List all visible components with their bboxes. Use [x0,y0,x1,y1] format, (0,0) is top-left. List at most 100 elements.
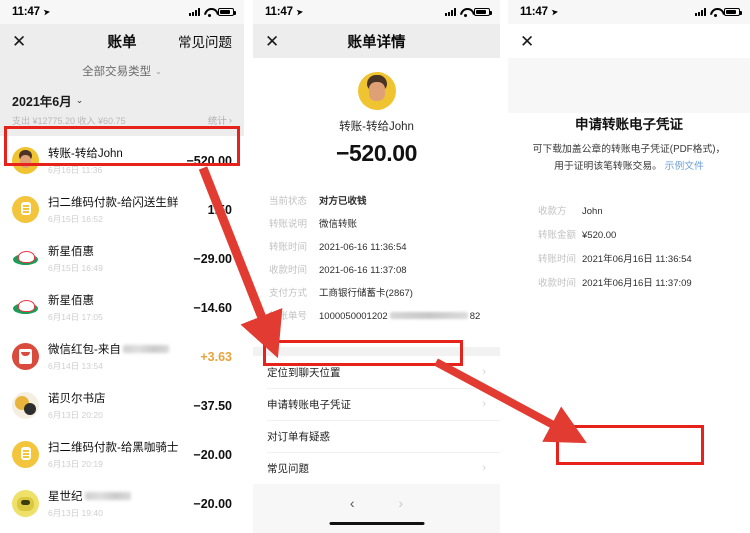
filter-label: 全部交易类型 [82,66,152,78]
detail-value: 1000050001202 [319,311,388,322]
month-summary-row: 支出 ¥12775.20 收入 ¥60.75 统计 › [12,113,232,128]
transaction-title: 新星佰惠 [48,243,185,259]
detail-value-tail: 82 [469,311,481,322]
close-icon[interactable]: ✕ [265,33,287,50]
qr-pay-icon [12,441,39,468]
menu-item[interactable]: 常见问题 › [253,452,500,484]
table-row[interactable]: 星世纪6月13日 19:−20.00 [0,528,244,533]
transaction-title: 微信红包-来自 [48,341,192,357]
nav-bar-detail: ✕ 账单详情 [253,24,500,58]
receipt-detail-row: 收款时间 2021年06月16日 11:37:09 [538,275,720,289]
status-bar-right [695,8,742,17]
status-bar: 11:47 ➤ [508,0,750,24]
back-icon[interactable]: ‹ [350,495,355,511]
home-indicator [329,521,424,525]
status-bar: 11:47 ➤ [253,0,500,24]
month-summary: 支出 ¥12775.20 收入 ¥60.75 [12,115,126,126]
transaction-title: 新星佰惠 [48,292,185,308]
redacted-text [84,492,131,500]
table-row[interactable]: 扫二维码付款-给黑咖骑士 6月13日 20:19 −20.00 [0,430,244,479]
detail-value: 对方已收钱 [319,196,367,207]
faq-link[interactable]: 常见问题 [178,31,232,51]
transaction-time: 6月14日 13:54 [48,361,103,371]
transaction-title-text: 新星佰惠 [48,246,94,258]
table-row[interactable]: 扫二维码付款-给闪送生鲜 6月15日 16:52 1.50 [0,185,244,234]
red-packet-icon [12,343,39,370]
transaction-amount: −20.00 [193,496,232,511]
detail-row: 转账时间 2021-06-16 11:36:54 [269,239,484,253]
transaction-amount: +3.63 [200,349,232,364]
status-bar-right [445,8,492,17]
receipt-detail-value: 2021年06月16日 11:37:09 [582,278,692,290]
status-bar-left: 11:47 ➤ [520,6,559,18]
receipt-detail-key: 转账时间 [538,254,577,266]
menu-item[interactable]: 对订单有疑惑 [253,420,500,452]
bottom-bar: ‹ › [253,487,500,533]
detail-value: 2021-06-16 11:37:08 [319,265,407,276]
signal-bars-icon [445,8,456,16]
apply-receipt-body: 申请转账电子凭证 可下载加盖公章的转账电子凭证(PDF格式)，用于证明该笔转账交… [508,113,750,533]
close-icon[interactable]: ✕ [520,33,542,50]
transaction-amount: 1.50 [207,202,232,217]
statistics-link[interactable]: 统计 › [207,113,232,128]
status-bar-left: 11:47 ➤ [265,6,304,18]
status-bar-left: 11:47 ➤ [12,6,51,18]
table-row[interactable]: 诺贝尔书店 6月13日 20:20 −37.50 [0,381,244,430]
transaction-type-filter[interactable]: 全部交易类型 ⌄ [0,58,244,84]
status-bar-right [189,8,236,17]
transaction-time: 6月13日 20:20 [48,410,103,420]
detail-key: 收款时间 [269,265,308,276]
table-row[interactable]: 新星佰惠 6月14日 17:05 −14.60 [0,283,244,332]
menu-item[interactable]: 申请转账电子凭证 › [253,388,500,420]
transaction-title-text: 转账-转给John [48,148,123,160]
transfer-title: 转账-转给John [339,121,414,133]
chevron-down-icon: ⌄ [155,66,162,76]
transaction-title: 转账-转给John [48,145,178,161]
receipt-detail-key: 收款方 [538,206,567,218]
transaction-time: 6月13日 20:19 [48,459,103,469]
statistics-label: 统计 [207,116,227,127]
row-text: 扫二维码付款-给闪送生鲜 6月15日 16:52 [48,194,200,225]
book-store-icon [12,392,39,419]
table-row[interactable]: 微信红包-来自 6月14日 13:54 +3.63 [0,332,244,381]
person-icon [12,147,39,174]
row-text: 星世纪 6月13日 19:40 [48,488,185,519]
close-icon[interactable]: ✕ [12,33,34,50]
cat-icon [12,490,39,517]
receipt-detail-key: 转账金额 [538,230,577,242]
table-row[interactable]: 转账-转给John 6月16日 11:36 −520.00 [0,136,244,185]
battery-icon [218,8,236,16]
table-row[interactable]: 星世纪 6月13日 19:40 −20.00 [0,479,244,528]
section-divider [253,347,500,356]
month-selector[interactable]: 2021年6月 ⌄ [12,91,232,110]
detail-row: 当前状态 对方已收钱 [269,193,484,207]
transaction-time: 6月13日 19:40 [48,508,103,518]
transaction-amount: −29.00 [193,251,232,266]
menu-item-label: 常见问题 [267,462,309,475]
menu-item-label: 申请转账电子凭证 [267,398,351,411]
receipt-detail-row: 转账金额 ¥520.00 [538,227,720,241]
webview-nav-buttons: ‹ › [253,487,500,511]
store-icon [12,245,39,272]
detail-row: 转账单号 1000050001202 82 [269,308,484,322]
row-text: 微信红包-来自 6月14日 13:54 [48,341,192,372]
phone-panel-apply-receipt: 11:47 ➤ ✕ 申请转账电子凭证 可下载加盖公章的转账电子凭证(PDF格式)… [508,0,750,533]
sample-file-link[interactable]: 示例文件 [665,161,704,172]
menu-item-label: 对订单有疑惑 [267,430,330,443]
menu-item[interactable]: 定位到聊天位置 › [253,356,500,388]
table-row[interactable]: 新星佰惠 6月15日 16:49 −29.00 [0,234,244,283]
panel-divider-2 [500,0,508,533]
transfer-hero: 转账-转给John −520.00 [253,58,500,183]
row-text: 转账-转给John 6月16日 11:36 [48,145,178,176]
transaction-amount: −20.00 [193,447,232,462]
row-text: 新星佰惠 6月15日 16:49 [48,243,185,274]
chevron-right-icon: › [482,398,486,410]
status-time: 11:47 [12,6,40,18]
status-time: 11:47 [265,6,293,18]
forward-icon[interactable]: › [399,495,404,511]
redacted-text [122,345,169,353]
apply-title: 申请转账电子凭证 [575,117,683,132]
receipt-detail-row: 收款方 John [538,203,720,217]
transaction-title-text: 星世纪 [48,491,83,503]
battery-icon [724,8,742,16]
